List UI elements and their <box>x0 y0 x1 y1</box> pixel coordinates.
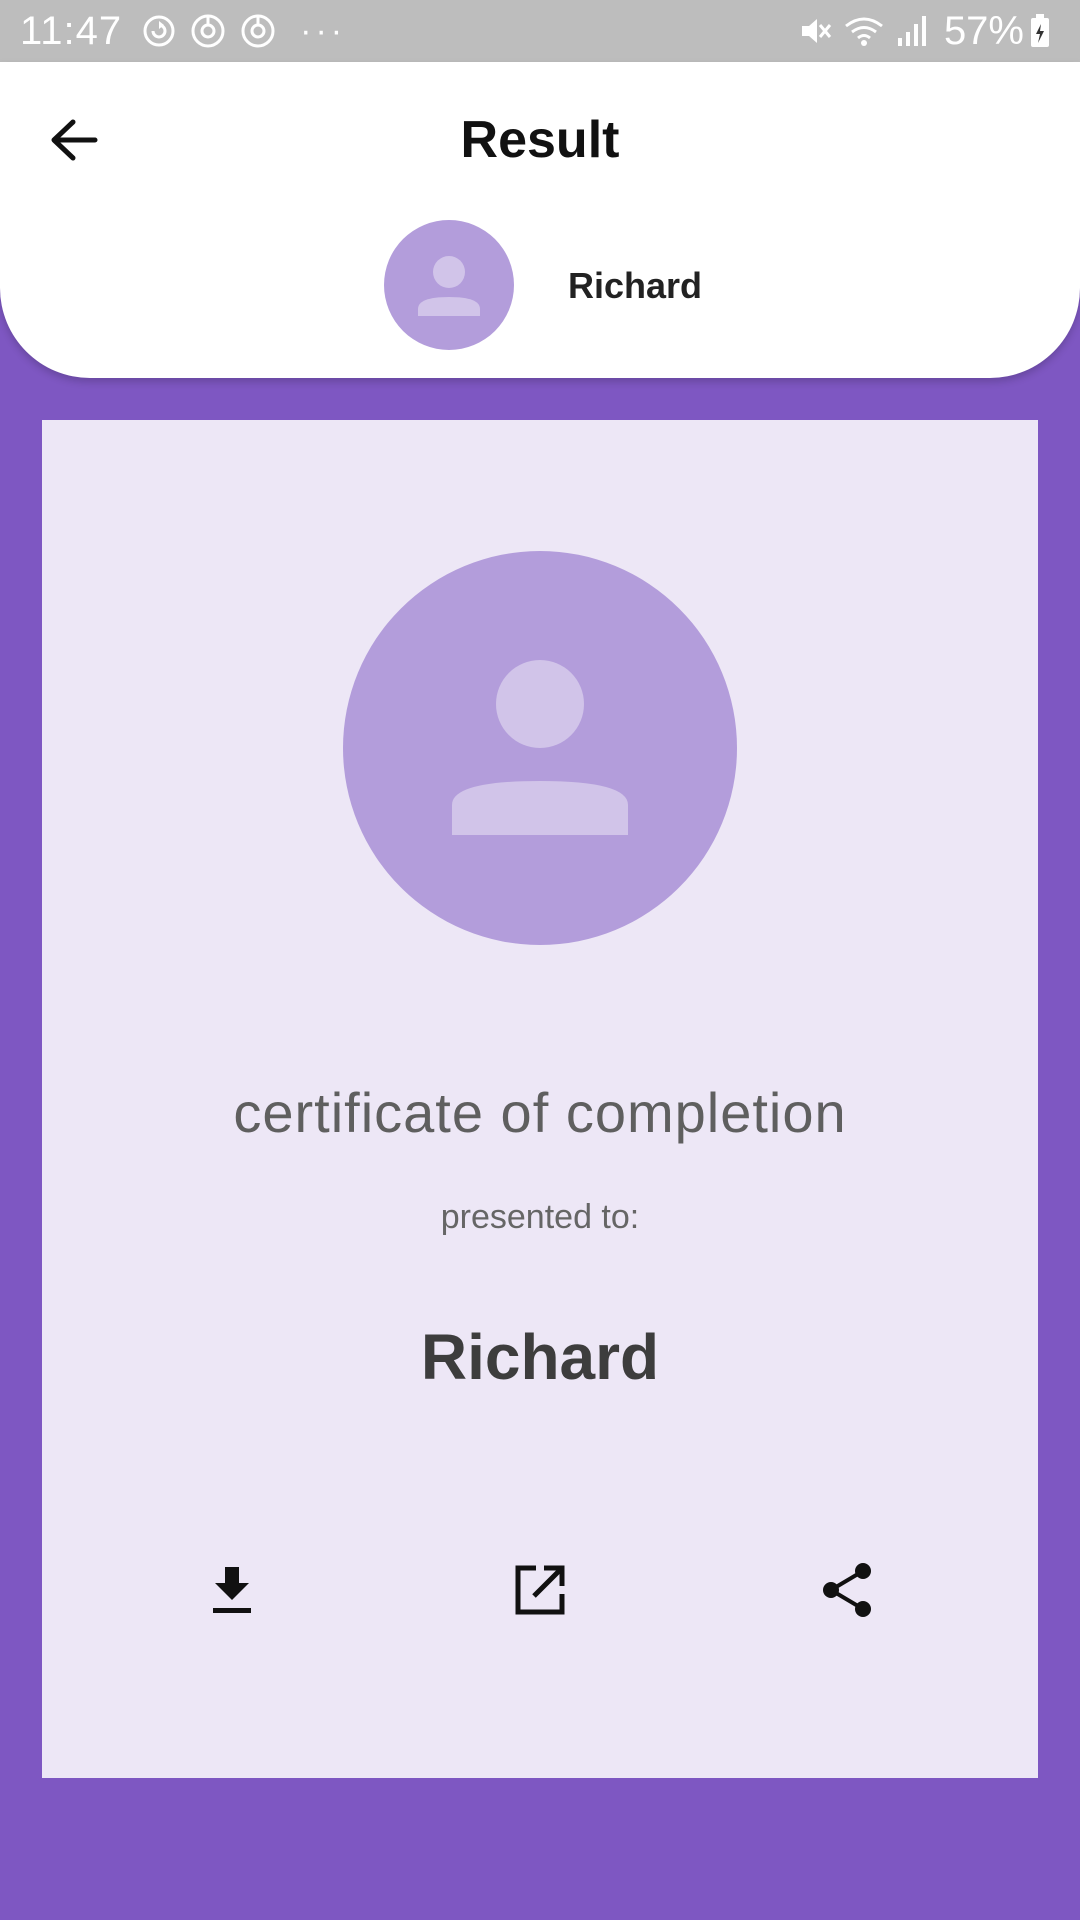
signal-icon <box>896 14 928 48</box>
certificate-recipient: Richard <box>420 1321 660 1393</box>
certificate-title: certificate of completion <box>233 1081 847 1144</box>
certificate-subtitle: presented to: <box>440 1198 640 1236</box>
certificate-card: certificate of completion presented to: … <box>42 420 1038 1778</box>
download-button[interactable] <box>192 1550 272 1630</box>
battery-percent: 57% <box>943 8 1024 53</box>
battery-charging-icon <box>1030 14 1050 48</box>
user-name: Richard <box>568 265 703 306</box>
mute-icon <box>798 14 832 48</box>
share-icon <box>823 1563 871 1617</box>
person-icon <box>418 256 480 316</box>
wifi-icon <box>844 14 884 48</box>
open-in-new-icon <box>515 1565 565 1615</box>
status-time: 11:47 <box>20 8 123 53</box>
location-icon <box>240 13 276 49</box>
page-title: Result <box>460 111 620 169</box>
open-external-button[interactable] <box>500 1550 580 1630</box>
share-button[interactable] <box>808 1550 888 1630</box>
header: Result Richard <box>0 62 1080 378</box>
location-icon <box>190 13 226 49</box>
status-bar: 11:47 ··· 57% <box>0 0 1080 62</box>
avatar <box>384 220 514 350</box>
person-icon <box>452 660 628 835</box>
certificate-avatar <box>343 551 737 945</box>
sync-icon <box>142 14 176 48</box>
download-icon <box>213 1567 251 1613</box>
more-dots-icon: ··· <box>300 12 347 50</box>
